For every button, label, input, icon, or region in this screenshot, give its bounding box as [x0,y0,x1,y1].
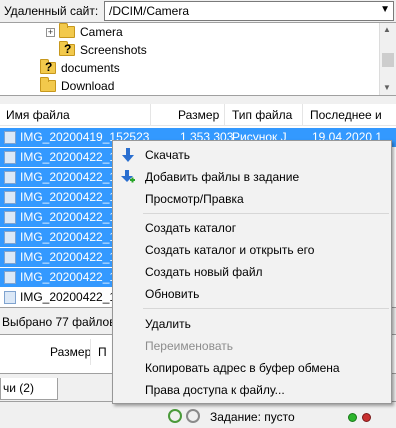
remote-site-label: Удаленный сайт: [4,4,99,18]
menu-item-label: Удалить [145,317,191,331]
menu-item-label: Создать каталог [145,221,237,235]
column-header-type[interactable]: Тип файла [232,108,292,122]
column-header-size[interactable]: Размер [178,108,219,122]
tree-item-documents[interactable]: documents [40,59,120,77]
column-header-size[interactable]: Размер [50,345,91,359]
activity-led-red-icon [362,413,371,422]
file-name: IMG_20200422_10 [20,190,123,204]
expand-icon[interactable]: + [46,27,55,37]
selection-count-text: Выбрано 77 файлов [2,315,116,329]
file-name: IMG_20200422_10 [20,210,123,224]
menu-item-file-permissions[interactable]: Права доступа к файлу... [113,379,391,401]
remote-directory-tree: + Camera Screenshots documents Download … [0,22,396,96]
column-header-priority[interactable]: П [98,345,107,359]
column-divider[interactable] [224,104,225,126]
tree-item-label: Screenshots [80,43,147,57]
column-header-name[interactable]: Имя файла [6,108,70,122]
menu-item-label: Просмотр/Правка [145,192,244,206]
menu-item-add-to-queue[interactable]: Добавить файлы в задание [113,166,391,188]
menu-item-label: Добавить файлы в задание [145,170,300,184]
folder-icon [40,77,56,92]
tree-item-label: Download [61,79,115,93]
folder-icon [59,23,75,38]
tab-failed-transfers[interactable]: чи (2) [0,378,58,400]
file-name: IMG_20200422_10 [20,170,123,184]
add-to-queue-icon [121,170,135,183]
column-divider[interactable] [150,104,151,126]
remote-path-combobox[interactable]: /DCIM/Camera ▼ [104,1,394,21]
tree-item-screenshots[interactable]: Screenshots [59,41,147,59]
download-icon [122,148,134,162]
menu-item-label: Копировать адрес в буфер обмена [145,361,340,375]
menu-item-label: Создать каталог и открыть его [145,243,315,257]
file-name: IMG_20200422_10 [20,250,123,264]
menu-item-create-new-file[interactable]: Создать новый файл [113,261,391,283]
context-menu: Скачать Добавить файлы в задание Просмот… [112,140,392,404]
status-bar: Задание: пусто [0,404,396,428]
image-file-icon [4,211,16,224]
image-file-icon [4,231,16,244]
menu-item-delete[interactable]: Удалить [113,313,391,335]
column-divider[interactable] [90,339,91,365]
filter-icon[interactable] [168,409,182,423]
menu-item-view-edit[interactable]: Просмотр/Правка [113,188,391,210]
image-file-icon [4,291,16,304]
menu-item-label: Скачать [145,148,190,162]
column-divider[interactable] [302,104,303,126]
menu-item-download[interactable]: Скачать [113,144,391,166]
remote-site-bar: Удаленный сайт: /DCIM/Camera ▼ [0,0,396,22]
file-name: IMG_20200422_10 [20,290,123,304]
scroll-down-icon[interactable]: ▼ [383,83,391,92]
image-file-icon [4,251,16,264]
tree-item-download[interactable]: Download [40,77,114,95]
image-file-icon [4,171,16,184]
menu-item-create-directory[interactable]: Создать каталог [113,217,391,239]
menu-separator [143,308,389,309]
image-file-icon [4,151,16,164]
remote-path-value: /DCIM/Camera [109,4,190,18]
menu-item-refresh[interactable]: Обновить [113,283,391,305]
file-name: IMG_20200422_10 [20,230,123,244]
scrollbar-thumb[interactable] [382,53,394,67]
tab-label: чи (2) [3,381,34,395]
file-name: IMG_20200422_10 [20,150,123,164]
menu-item-label: Обновить [145,287,200,301]
menu-item-label: Права доступа к файлу... [145,383,285,397]
activity-led-green-icon [348,413,357,422]
column-header-modified[interactable]: Последнее и [310,108,382,122]
sync-browsing-icon[interactable] [186,409,200,423]
tree-item-label: Camera [80,25,123,39]
menu-item-rename: Переименовать [113,335,391,357]
menu-separator [143,213,389,214]
menu-item-label: Создать новый файл [145,265,263,279]
image-file-icon [4,191,16,204]
menu-item-create-directory-and-open[interactable]: Создать каталог и открыть его [113,239,391,261]
tree-item-label: documents [61,61,120,75]
queue-status-text: Задание: пусто [210,410,295,424]
menu-item-label: Переименовать [145,339,233,353]
chevron-down-icon[interactable]: ▼ [380,4,390,15]
file-name: IMG_20200422_10 [20,270,123,284]
image-file-icon [4,271,16,284]
image-file-icon [4,131,16,144]
tree-scrollbar[interactable]: ▲ ▼ [379,23,396,95]
menu-item-copy-url[interactable]: Копировать адрес в буфер обмена [113,357,391,379]
file-list-header: Имя файла Размер Тип файла Последнее и [0,104,396,126]
unknown-folder-icon [59,41,75,56]
scroll-up-icon[interactable]: ▲ [383,25,391,34]
tree-item-camera[interactable]: + Camera [46,23,123,41]
unknown-folder-icon [40,59,56,74]
